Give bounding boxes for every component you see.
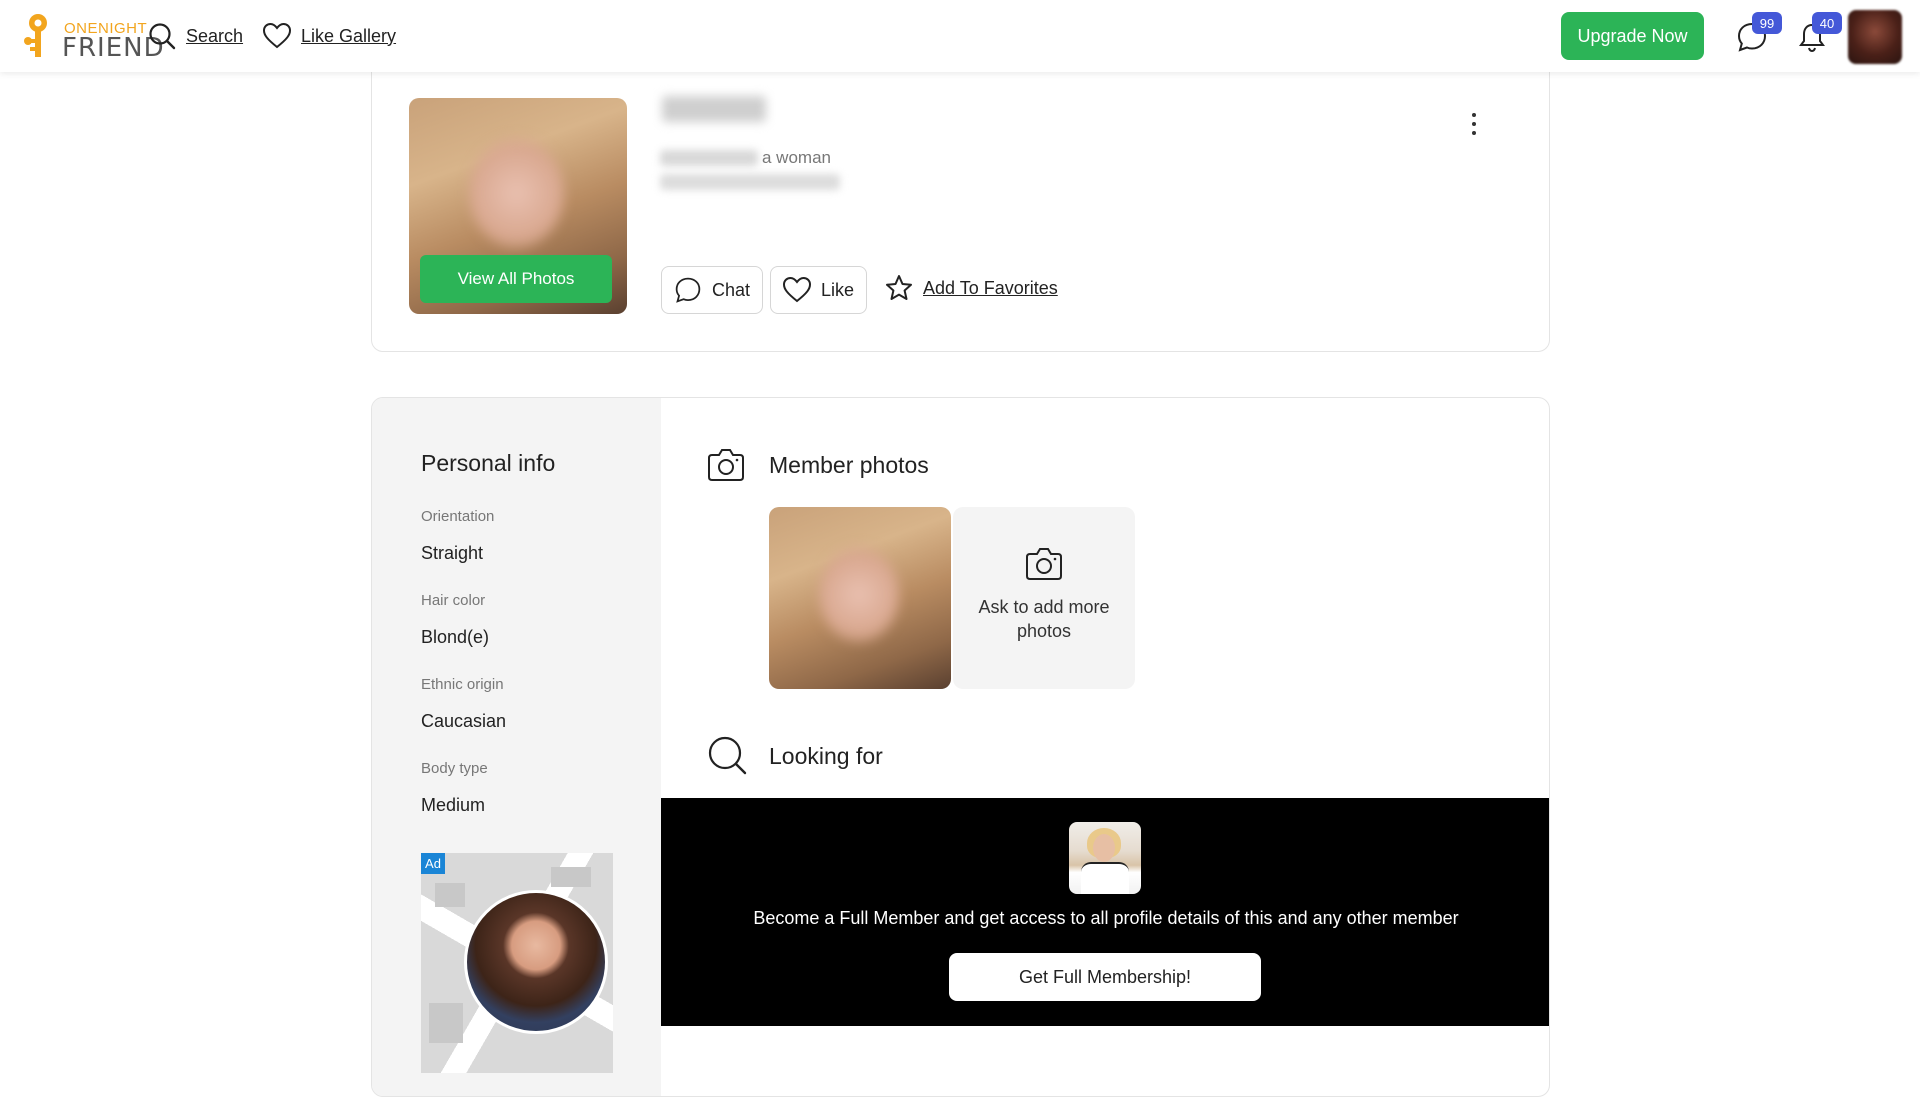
blurred-username — [662, 96, 766, 122]
like-button[interactable]: Like — [770, 266, 868, 314]
orientation-value: Straight — [421, 543, 484, 563]
full-membership-promo: Become a Full Member and get access to a… — [661, 798, 1549, 1026]
nav-search[interactable]: Search — [148, 22, 243, 50]
member-photo-thumbnail[interactable] — [769, 507, 951, 689]
ad-portrait-photo — [464, 890, 608, 1034]
nav-like-gallery-label[interactable]: Like Gallery — [301, 26, 396, 47]
upgrade-now-button[interactable]: Upgrade Now — [1561, 12, 1704, 60]
orientation-label: Orientation — [421, 508, 495, 525]
notifications-button[interactable]: 40 — [1796, 12, 1842, 54]
ask-more-photos-tile[interactable]: Ask to add more photos — [953, 507, 1135, 689]
chat-bubble-icon — [675, 277, 701, 303]
heart-icon — [263, 23, 291, 49]
top-header: ONENIGHT FRIEND Search Like Gallery Upgr… — [0, 0, 1920, 72]
body-type-label: Body type — [421, 760, 488, 777]
blurred-face — [819, 547, 899, 642]
view-all-photos-button[interactable]: View All Photos — [420, 255, 612, 303]
promo-member-photo — [1069, 822, 1141, 894]
star-icon — [886, 275, 912, 300]
chat-button[interactable]: Chat — [661, 266, 764, 314]
blurred-face — [469, 138, 564, 248]
add-to-favorites-link[interactable]: Add To Favorites — [885, 274, 1058, 302]
hair-color-value: Blond(e) — [421, 627, 490, 647]
member-photos-title: Member photos — [769, 452, 929, 478]
search-icon — [708, 736, 747, 775]
blurred-location — [660, 174, 840, 190]
site-logo[interactable]: ONENIGHT FRIEND — [22, 11, 164, 63]
profile-details-card: Personal info Orientation Straight Hair … — [371, 397, 1550, 1097]
seeking-text: a woman — [762, 148, 831, 167]
promo-text: Become a Full Member and get access to a… — [753, 908, 1459, 928]
sidebar-ad[interactable]: Ad — [421, 853, 613, 1073]
heart-icon — [783, 277, 811, 303]
map-block — [551, 867, 591, 887]
promo-photo-jacket — [1081, 862, 1129, 894]
add-to-favorites-label[interactable]: Add To Favorites — [923, 278, 1058, 299]
profile-summary-card: View All Photos a woman Chat Like Add To… — [371, 58, 1550, 352]
notifications-count-badge: 40 — [1812, 12, 1842, 34]
kebab-menu-icon[interactable] — [1462, 108, 1486, 140]
messages-count-badge: 99 — [1752, 12, 1782, 34]
promo-photo-face — [1093, 834, 1115, 862]
blurred-age-gender — [660, 150, 758, 166]
messages-button[interactable]: 99 — [1736, 12, 1782, 54]
personal-info-sidebar: Personal info Orientation Straight Hair … — [372, 398, 661, 1096]
camera-icon — [708, 449, 744, 481]
profile-main-photo[interactable]: View All Photos — [409, 98, 627, 314]
personal-info-title: Personal info — [421, 450, 556, 476]
get-full-membership-button[interactable]: Get Full Membership! — [949, 953, 1261, 1001]
nav-like-gallery[interactable]: Like Gallery — [263, 22, 396, 50]
ethnic-origin-value: Caucasian — [421, 711, 507, 731]
camera-icon — [1026, 548, 1062, 580]
hair-color-label: Hair color — [421, 592, 486, 609]
search-icon — [149, 23, 176, 50]
user-avatar[interactable] — [1848, 10, 1902, 64]
like-button-label: Like — [821, 279, 855, 300]
ethnic-origin-label: Ethnic origin — [421, 676, 504, 693]
ask-more-photos-text: Ask to add more photos — [978, 597, 1110, 641]
map-block — [435, 883, 465, 907]
nav-search-label[interactable]: Search — [186, 26, 243, 47]
map-block — [429, 1003, 463, 1043]
body-type-value: Medium — [421, 795, 486, 815]
key-logo-icon — [24, 14, 47, 57]
ad-tag: Ad — [421, 853, 445, 874]
looking-for-title: Looking for — [769, 743, 883, 769]
chat-button-label: Chat — [712, 279, 751, 300]
